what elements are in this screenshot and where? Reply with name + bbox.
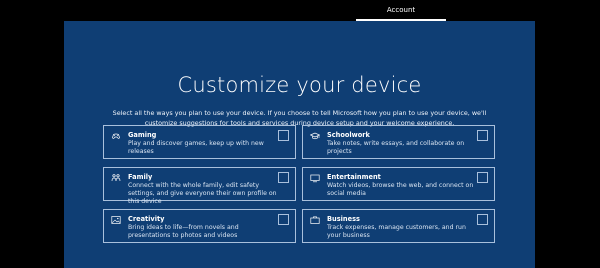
gamepad-icon: [111, 131, 121, 141]
top-navigation: Account: [0, 0, 600, 21]
option-title: Family: [128, 173, 153, 181]
tv-icon: [310, 173, 320, 183]
option-title: Gaming: [128, 131, 157, 139]
option-checkbox[interactable]: [477, 214, 488, 225]
option-checkbox[interactable]: [278, 214, 289, 225]
oobe-panel: Customize your device Select all the way…: [64, 21, 535, 268]
option-title: Creativity: [128, 215, 165, 223]
tab-account[interactable]: Account: [356, 0, 446, 21]
option-checkbox[interactable]: [278, 130, 289, 141]
graduation-cap-icon: [310, 131, 320, 141]
option-title: Entertainment: [327, 173, 381, 181]
page-title: Customize your device: [177, 73, 422, 97]
image-icon: [111, 215, 121, 225]
option-schoolwork[interactable]: Schoolwork Take notes, write essays, and…: [302, 125, 495, 159]
option-description: Play and discover games, keep up with ne…: [128, 140, 264, 155]
option-gaming[interactable]: Gaming Play and discover games, keep up …: [103, 125, 296, 159]
option-description: Take notes, write essays, and collaborat…: [327, 140, 465, 155]
option-description: Watch videos, browse the web, and connec…: [327, 182, 474, 197]
family-icon: [111, 173, 121, 183]
option-description: Bring ideas to life—from novels and pres…: [128, 224, 239, 239]
briefcase-icon: [310, 215, 320, 225]
option-checkbox[interactable]: [278, 172, 289, 183]
option-family[interactable]: Family Connect with the whole family, ed…: [103, 167, 296, 205]
option-title: Schoolwork: [327, 131, 370, 139]
option-checkbox[interactable]: [477, 130, 488, 141]
option-creativity[interactable]: Creativity Bring ideas to life—from nove…: [103, 209, 296, 243]
option-business[interactable]: Business Track expenses, manage customer…: [302, 209, 495, 243]
option-checkbox[interactable]: [477, 172, 488, 183]
option-title: Business: [327, 215, 360, 223]
option-description: Connect with the whole family, edit safe…: [128, 182, 277, 205]
option-entertainment[interactable]: Entertainment Watch videos, browse the w…: [302, 167, 495, 201]
option-description: Track expenses, manage customers, and ru…: [327, 224, 466, 239]
